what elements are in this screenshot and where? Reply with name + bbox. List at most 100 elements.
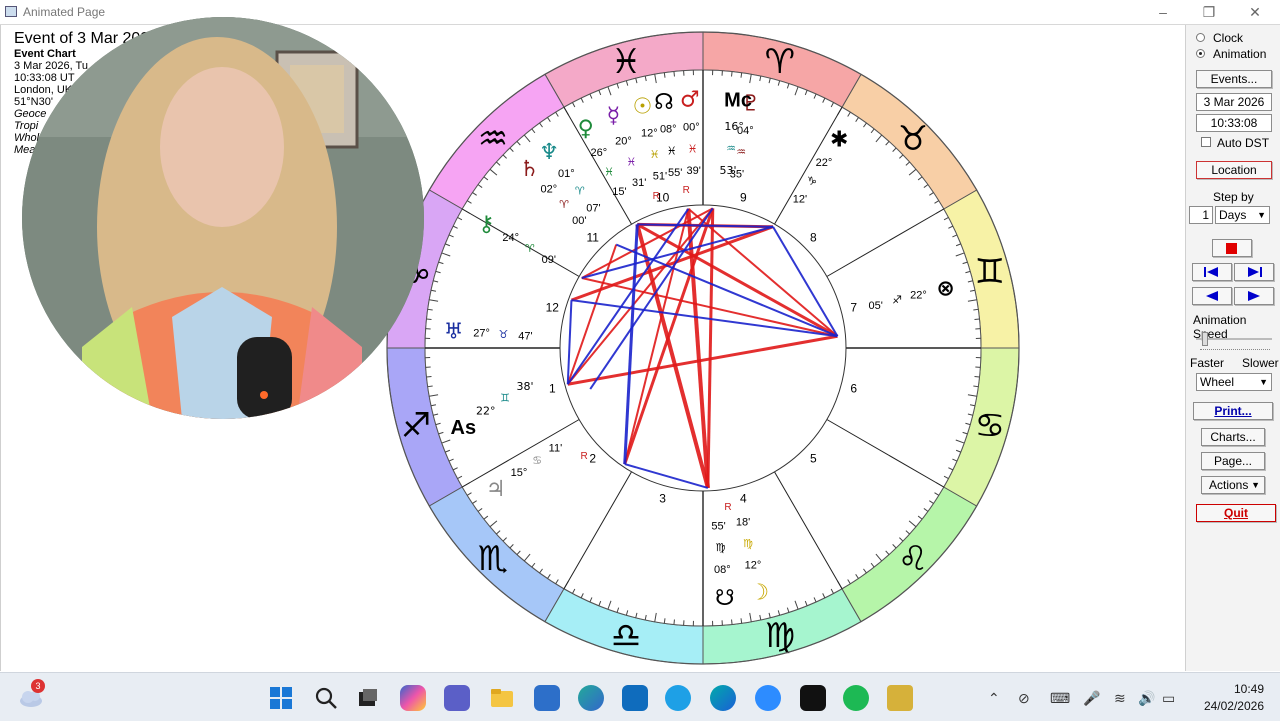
copilot-icon[interactable] xyxy=(400,685,426,711)
animation-speed-slider[interactable] xyxy=(1196,330,1272,352)
step-back-button[interactable] xyxy=(1192,287,1232,305)
planet-degree: 22° xyxy=(816,157,833,169)
planet-glyph: ♅ xyxy=(444,320,464,345)
windows-start-icon[interactable] xyxy=(268,685,294,711)
auto-dst-label: Auto DST xyxy=(1217,136,1269,150)
planet-degree: 12° xyxy=(745,559,762,571)
stop-button[interactable] xyxy=(1212,239,1252,257)
zodiac-sign-glyph: ♊ xyxy=(975,252,1005,292)
zoom-icon[interactable] xyxy=(755,685,781,711)
weather-widget[interactable]: 3 xyxy=(18,685,46,709)
planet-glyph: ♆ xyxy=(539,140,559,165)
planet-glyph: ☽ xyxy=(749,581,769,606)
clock-radio[interactable]: Clock xyxy=(1196,31,1280,45)
quit-button[interactable]: Quit xyxy=(1196,504,1276,522)
actions-label: Actions xyxy=(1209,478,1248,492)
planet-minutes: 00' xyxy=(572,215,586,227)
planet-sign: ♒ xyxy=(736,146,746,159)
actions-button[interactable]: Actions ▼ xyxy=(1201,476,1265,494)
notification-badge: 3 xyxy=(31,679,45,693)
step-unit-select[interactable]: Days ▼ xyxy=(1215,206,1270,224)
zodiac-sign-glyph: ♓ xyxy=(611,42,641,82)
house-number: 11 xyxy=(586,231,599,245)
step-forward-button[interactable] xyxy=(1234,287,1274,305)
location-button[interactable]: Location xyxy=(1196,161,1272,179)
zodiac-sign-glyph: ♐ xyxy=(401,406,431,446)
go-to-start-button[interactable] xyxy=(1192,263,1232,281)
go-to-end-button[interactable] xyxy=(1234,263,1274,281)
wifi-icon[interactable]: ≋ xyxy=(1114,690,1126,707)
planet-minutes: 51' xyxy=(653,170,667,182)
house-number: 1 xyxy=(549,381,556,395)
planet-minutes: 07' xyxy=(586,203,600,215)
step-amount-field[interactable]: 1 xyxy=(1189,206,1213,224)
task-view-icon[interactable] xyxy=(355,685,381,711)
planet-minutes: 55' xyxy=(711,520,725,532)
page-button[interactable]: Page... xyxy=(1201,452,1265,470)
auto-dst-checkbox[interactable]: Auto DST xyxy=(1201,136,1280,150)
planet-degree: 15° xyxy=(511,467,528,479)
taskbar: 3 ⌃ ⊘ ⌨ 🎤 ≋ 🔊 ▭ 10:49 24/02/2026 xyxy=(0,672,1280,721)
clock-time[interactable]: 10:49 xyxy=(1200,682,1264,696)
charts-button[interactable]: Charts... xyxy=(1201,428,1265,446)
retrograde-marker: R xyxy=(580,451,587,462)
restore-button[interactable]: ❐ xyxy=(1186,2,1232,22)
house-number: 9 xyxy=(740,190,747,204)
spotify-icon[interactable] xyxy=(843,685,869,711)
print-button[interactable]: Print... xyxy=(1193,402,1273,420)
zodiac-sign-glyph: ♉ xyxy=(898,119,928,159)
planet-sign: ♑ xyxy=(807,174,817,187)
zodiac-sign-glyph: ♌ xyxy=(898,539,928,579)
search-icon[interactable] xyxy=(313,685,339,711)
capcut-icon[interactable] xyxy=(800,685,826,711)
planet-glyph: ♀ xyxy=(578,116,594,141)
step-unit-value: Days xyxy=(1219,208,1246,222)
astrology-wheel: ♓♒♑♐♏♎♍♌♋♊♉♈ 123456789101112 ♅27°♉47'⚷24… xyxy=(380,25,1028,671)
edge-dev-icon[interactable] xyxy=(578,685,604,711)
file-explorer-icon[interactable] xyxy=(489,685,515,711)
close-button[interactable]: ✕ xyxy=(1232,2,1278,22)
animation-radio[interactable]: Animation xyxy=(1196,47,1280,61)
date-field[interactable]: 3 Mar 2026 xyxy=(1196,93,1272,111)
battery-icon[interactable]: ▭ xyxy=(1162,690,1175,707)
planet-degree: 26° xyxy=(590,147,607,159)
volume-icon[interactable]: 🔊 xyxy=(1138,690,1155,707)
planet-sign: ♓ xyxy=(650,148,660,161)
security-icon[interactable]: ⊘ xyxy=(1018,690,1030,707)
house-number: 5 xyxy=(810,451,817,465)
window-title: Animated Page xyxy=(23,5,105,19)
slider-thumb[interactable] xyxy=(1202,332,1208,346)
planet-glyph: ♃ xyxy=(486,477,506,502)
radio-indicator xyxy=(1196,49,1205,58)
chevron-up-icon[interactable]: ⌃ xyxy=(988,690,1000,707)
astro-app-icon[interactable] xyxy=(887,685,913,711)
zodiac-sign-glyph: ♋ xyxy=(975,406,1005,446)
retrograde-marker: R xyxy=(724,502,731,513)
events-button[interactable]: Events... xyxy=(1196,70,1272,88)
play-icon xyxy=(1235,288,1273,304)
time-field[interactable]: 10:33:08 xyxy=(1196,114,1272,132)
planet-sign: ♓ xyxy=(604,165,614,178)
stop-icon xyxy=(1226,243,1237,254)
planet-degree: 08° xyxy=(714,564,731,576)
planet-glyph: ☋ xyxy=(715,586,735,611)
planet-sign: ♍ xyxy=(715,541,725,554)
house-number: 3 xyxy=(659,492,666,506)
skype-icon[interactable] xyxy=(665,685,691,711)
display-mode-select[interactable]: Wheel ▼ xyxy=(1196,373,1272,391)
planet-glyph: ✱ xyxy=(830,127,848,152)
microphone-icon[interactable]: 🎤 xyxy=(1083,690,1100,707)
app-icon xyxy=(5,6,17,17)
teams-icon[interactable] xyxy=(444,685,470,711)
planet-degree: 22° xyxy=(910,289,927,301)
minimize-button[interactable]: – xyxy=(1140,2,1186,22)
outlook-icon[interactable] xyxy=(622,685,648,711)
retrograde-marker: R xyxy=(683,185,690,196)
edge-icon[interactable] xyxy=(710,685,736,711)
chevron-down-icon: ▼ xyxy=(1257,207,1266,223)
microsoft-store-icon[interactable] xyxy=(534,685,560,711)
keyboard-icon[interactable]: ⌨ xyxy=(1050,690,1070,707)
planet-sign: ♈ xyxy=(559,198,569,211)
chevron-down-icon: ▼ xyxy=(1259,374,1268,390)
clock-date[interactable]: 24/02/2026 xyxy=(1192,699,1264,713)
